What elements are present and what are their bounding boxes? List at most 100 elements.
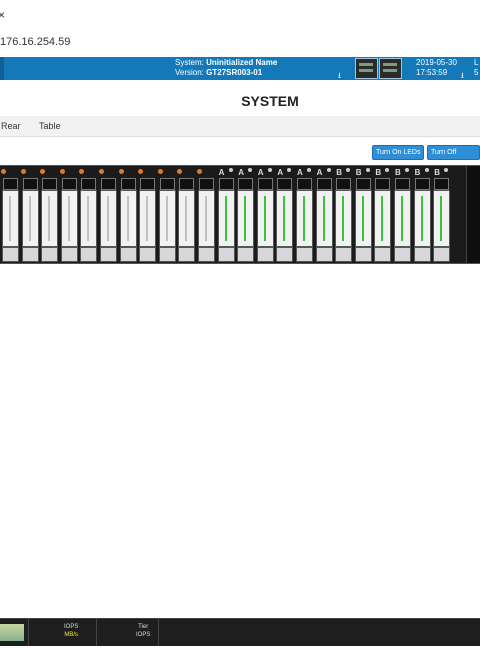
drive-slot[interactable] bbox=[39, 166, 59, 263]
drive-handle bbox=[354, 247, 372, 262]
drive-slot[interactable] bbox=[78, 166, 98, 263]
drive-activity-bar bbox=[87, 196, 90, 241]
close-icon[interactable]: × bbox=[0, 8, 5, 22]
status-led bbox=[307, 168, 311, 172]
drive-latch bbox=[22, 178, 38, 190]
drive-slot[interactable]: A bbox=[274, 166, 294, 263]
drive-handle bbox=[237, 247, 255, 262]
drive-slot[interactable] bbox=[118, 166, 137, 263]
turn-off-leds-button[interactable]: Turn Off LEDS bbox=[427, 145, 480, 169]
drive-activity-bar bbox=[420, 196, 423, 241]
divider bbox=[28, 619, 29, 646]
chassis-icon[interactable] bbox=[379, 58, 402, 79]
chassis-icon[interactable] bbox=[355, 58, 378, 79]
browser-chrome: × 176.16.254.59 bbox=[0, 0, 480, 62]
status-led bbox=[20, 169, 26, 174]
tab-rear[interactable]: Rear bbox=[1, 121, 21, 131]
view-tabs: Rear Table bbox=[0, 116, 480, 137]
drive-group-label: B bbox=[336, 168, 342, 177]
drive-activity-bar bbox=[361, 196, 364, 241]
drive-group-label: B bbox=[434, 168, 440, 177]
status-led bbox=[197, 169, 202, 174]
status-led bbox=[326, 168, 331, 172]
drive-handle bbox=[276, 247, 294, 262]
drive-handle bbox=[374, 247, 392, 262]
drive-slot[interactable]: B bbox=[392, 166, 411, 263]
drive-slot[interactable]: B bbox=[333, 166, 353, 263]
version-label: Version: bbox=[175, 68, 204, 77]
drive-slot[interactable]: A bbox=[314, 166, 333, 263]
drive-handle bbox=[41, 247, 59, 262]
status-led bbox=[346, 168, 351, 172]
drive-slot[interactable] bbox=[196, 166, 215, 263]
drive-handle bbox=[21, 247, 39, 262]
address-bar[interactable]: 176.16.254.59 bbox=[0, 28, 480, 58]
status-led bbox=[267, 168, 272, 172]
performance-graph[interactable] bbox=[0, 624, 24, 641]
drive-slot[interactable] bbox=[176, 166, 196, 263]
version-value: GT27SR003-01 bbox=[206, 68, 263, 77]
drive-handle bbox=[100, 247, 117, 262]
drive-carrier bbox=[276, 190, 294, 247]
footer-metric-iops[interactable]: IOPS MB/s bbox=[64, 623, 78, 639]
drive-slot[interactable] bbox=[137, 166, 157, 263]
drive-carrier bbox=[21, 190, 39, 247]
drive-group-label: A bbox=[277, 168, 284, 177]
drive-latch bbox=[414, 178, 430, 190]
drive-handle bbox=[433, 247, 451, 262]
drive-slot[interactable] bbox=[157, 166, 176, 263]
drive-slot[interactable]: A bbox=[294, 166, 313, 263]
date-time: 2019-05-30 17:53:59 bbox=[416, 58, 457, 78]
drive-carrier bbox=[315, 190, 333, 247]
drive-slot[interactable] bbox=[0, 166, 19, 263]
status-led bbox=[228, 168, 233, 172]
drive-slot[interactable] bbox=[98, 166, 117, 263]
drive-carrier bbox=[2, 190, 19, 247]
tab-table[interactable]: Table bbox=[39, 121, 61, 131]
drive-handle bbox=[315, 247, 333, 262]
drive-carrier bbox=[296, 190, 313, 247]
drive-handle bbox=[335, 247, 353, 262]
user-info: L 5 bbox=[474, 58, 479, 77]
drive-activity-bar bbox=[440, 196, 443, 241]
status-led bbox=[59, 169, 65, 174]
drive-group-label: A bbox=[316, 168, 323, 177]
app-header: System: Uninitialized Name Version: GT27… bbox=[0, 57, 480, 80]
header-left-edge bbox=[0, 57, 4, 80]
drive-slot[interactable] bbox=[20, 166, 39, 263]
drive-slot[interactable]: B bbox=[431, 166, 451, 263]
drive-carrier bbox=[198, 190, 215, 247]
drive-slot[interactable]: A bbox=[235, 166, 255, 263]
turn-on-leds-button[interactable]: Turn On LEDs bbox=[372, 145, 425, 160]
drive-handle bbox=[198, 247, 215, 262]
drive-slot[interactable]: B bbox=[353, 166, 372, 263]
drive-handle bbox=[119, 247, 137, 262]
drive-handle bbox=[394, 247, 411, 262]
drive-handle bbox=[139, 247, 157, 262]
drive-slot[interactable]: A bbox=[255, 166, 274, 263]
download-arrow-icon[interactable]: ⭳ bbox=[461, 70, 464, 84]
drive-latch bbox=[3, 178, 18, 190]
drive-activity-bar bbox=[263, 196, 266, 241]
enclosure-icons[interactable] bbox=[355, 58, 402, 79]
drive-handle bbox=[80, 247, 98, 262]
drive-slot[interactable]: B bbox=[412, 166, 431, 263]
footer-metric-tier[interactable]: Tier IOPS bbox=[136, 623, 150, 639]
drive-latch bbox=[257, 178, 273, 190]
drive-activity-bar bbox=[244, 196, 247, 241]
drive-slot[interactable] bbox=[59, 166, 78, 263]
url-text[interactable]: 176.16.254.59 bbox=[0, 36, 70, 48]
system-info: System: Uninitialized Name Version: GT27… bbox=[175, 58, 277, 78]
drive-carrier bbox=[354, 190, 372, 247]
drive-latch bbox=[120, 178, 136, 190]
drive-slot[interactable]: A bbox=[216, 166, 235, 263]
drive-carrier bbox=[178, 190, 196, 247]
drive-slot[interactable]: B bbox=[372, 166, 392, 263]
drive-carrier bbox=[217, 190, 235, 247]
drive-carrier bbox=[433, 190, 451, 247]
drive-activity-bar bbox=[67, 196, 70, 241]
drive-handle bbox=[296, 247, 313, 262]
drive-handle bbox=[158, 247, 176, 262]
download-arrow-icon[interactable]: ⭳ bbox=[338, 70, 341, 84]
drive-group-label: B bbox=[375, 168, 382, 177]
